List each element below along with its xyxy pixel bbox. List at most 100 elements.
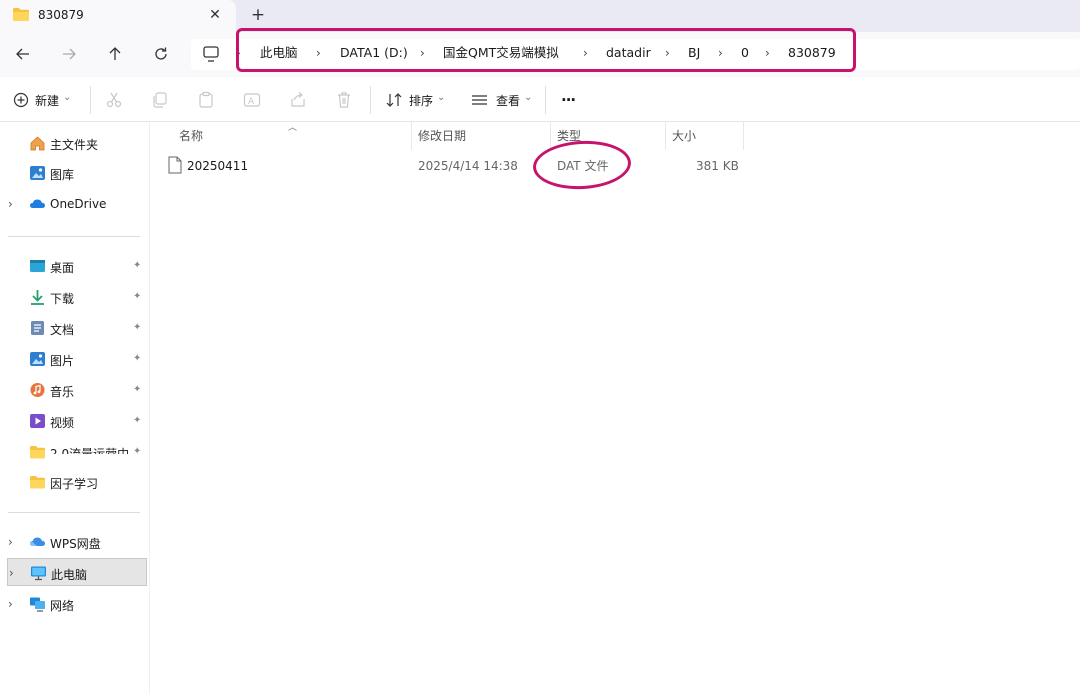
tab-title: 830879: [38, 8, 84, 22]
column-divider[interactable]: [743, 122, 744, 150]
sidebar-item-this-pc[interactable]: › 此电脑: [7, 558, 147, 586]
wps-cloud-icon: [30, 537, 45, 546]
document-icon: [31, 321, 44, 335]
sidebar-item-label: 音乐: [50, 385, 75, 399]
sort-icon: [386, 93, 402, 107]
view-list-icon: [472, 95, 487, 105]
sidebar-item-label: WPS网盘: [50, 537, 101, 551]
cut-icon[interactable]: [105, 91, 123, 109]
video-icon: [30, 414, 45, 428]
forward-button[interactable]: [57, 42, 81, 66]
sidebar-item-pictures[interactable]: 图片 ✦: [0, 345, 148, 373]
refresh-button[interactable]: [149, 42, 173, 66]
column-divider[interactable]: [411, 122, 412, 150]
chevron-right-icon[interactable]: ›: [9, 565, 19, 581]
new-tab-button[interactable]: +: [248, 4, 268, 26]
music-icon: [30, 383, 45, 397]
delete-icon[interactable]: [335, 91, 353, 109]
toolbar-divider: [90, 86, 91, 114]
column-header-name[interactable]: 名称: [179, 128, 203, 144]
toolbar-divider: [545, 86, 546, 114]
sidebar-item-label: 图片: [50, 354, 75, 368]
network-icon: [30, 597, 45, 612]
desktop-icon: [30, 260, 45, 272]
folder-icon: [30, 476, 45, 489]
sidebar-item-desktop[interactable]: 桌面 ✦: [0, 252, 148, 280]
sidebar-item-music[interactable]: 音乐 ✦: [0, 376, 148, 404]
chevron-right-icon[interactable]: ›: [8, 596, 18, 612]
highlight-annotation-rectangle: [236, 28, 856, 72]
home-icon: [30, 136, 45, 151]
sort-button[interactable]: 排序 ⌄: [386, 89, 445, 111]
sidebar-item-downloads[interactable]: 下载 ✦: [0, 283, 148, 311]
chevron-right-icon[interactable]: ›: [8, 534, 18, 550]
pin-icon[interactable]: ✦: [133, 321, 143, 335]
sidebar-item-home[interactable]: 主文件夹: [0, 129, 148, 157]
file-size: 381 KB: [696, 159, 739, 173]
share-icon[interactable]: [289, 91, 307, 109]
view-button[interactable]: 查看 ⌄: [471, 89, 532, 111]
sidebar-item-folder[interactable]: 2.0流量运营中 ✦: [0, 438, 148, 466]
file-list: ︿ 名称 修改日期 类型 大小 20250411 2025/4/14 14:38…: [151, 122, 1080, 694]
sidebar-item-label: 此电脑: [51, 568, 88, 582]
sidebar-item-gallery[interactable]: 图库: [0, 159, 148, 187]
pin-icon[interactable]: ✦: [133, 414, 143, 428]
navigation-pane: 主文件夹 图库 › OneDrive 桌面 ✦ 下载 ✦ 文档 ✦ 图片 ✦ 音…: [0, 122, 150, 694]
sidebar-divider: [8, 512, 140, 513]
more-options-button[interactable]: ···: [561, 89, 576, 111]
column-divider[interactable]: [550, 122, 551, 150]
chevron-down-icon: ⌄: [63, 91, 72, 103]
cloud-icon: [30, 199, 45, 208]
sidebar-divider: [8, 236, 140, 237]
pin-icon[interactable]: ✦: [133, 290, 143, 304]
refresh-icon: [155, 47, 167, 60]
sidebar-item-label: 文档: [50, 323, 75, 337]
sidebar-item-label: 因子学习: [50, 477, 99, 491]
sidebar-item-wps-cloud[interactable]: › WPS网盘: [0, 528, 148, 556]
sidebar-item-videos[interactable]: 视频 ✦: [0, 407, 148, 435]
file-explorer-window: 830879 ✕ + › 此电脑 › DATA1 (D:) › 国金QMT交易端…: [0, 0, 1080, 694]
computer-icon: [31, 566, 46, 581]
sidebar-item-label: 下载: [50, 292, 75, 306]
gallery-icon: [30, 166, 45, 180]
plus-circle-icon: [13, 92, 29, 108]
new-button[interactable]: 新建 ⌄: [13, 89, 71, 111]
sidebar-item-documents[interactable]: 文档 ✦: [0, 314, 148, 342]
view-label: 查看: [496, 93, 521, 108]
sidebar-item-network[interactable]: › 网络: [0, 590, 148, 618]
command-bar: 新建 ⌄ A 排序 ⌄ 查看 ⌄ ···: [0, 77, 1080, 122]
chevron-right-icon[interactable]: ›: [8, 196, 18, 212]
sidebar-item-folder[interactable]: 因子学习: [0, 468, 148, 496]
sidebar-item-label: 2.0流量运营中: [50, 447, 128, 454]
paste-icon[interactable]: [197, 91, 215, 109]
back-button[interactable]: [11, 42, 35, 66]
pin-icon[interactable]: ✦: [133, 383, 143, 397]
pin-icon[interactable]: ✦: [133, 259, 143, 273]
folder-icon: [13, 8, 29, 21]
up-button[interactable]: [103, 42, 127, 66]
file-icon: [168, 156, 182, 174]
file-modified: 2025/4/14 14:38: [418, 159, 518, 173]
folder-icon: [30, 446, 45, 459]
sidebar-item-label: 桌面: [50, 261, 75, 275]
file-row[interactable]: 20250411 2025/4/14 14:38 DAT 文件 381 KB: [161, 152, 753, 178]
column-header-modified[interactable]: 修改日期: [418, 128, 466, 144]
tab-active[interactable]: 830879 ✕: [0, 0, 236, 32]
column-divider[interactable]: [665, 122, 666, 150]
sidebar-item-label: 网络: [50, 599, 75, 613]
chevron-down-icon: ⌄: [437, 91, 446, 103]
sidebar-item-label: 视频: [50, 416, 75, 430]
copy-icon[interactable]: [151, 91, 169, 109]
chevron-down-icon: ⌄: [524, 91, 533, 103]
sidebar-item-onedrive[interactable]: › OneDrive: [0, 190, 148, 218]
pin-icon[interactable]: ✦: [133, 352, 143, 366]
computer-icon: [203, 46, 219, 62]
sort-ascending-icon: ︿: [288, 123, 298, 133]
column-header-size[interactable]: 大小: [672, 128, 696, 144]
sidebar-item-label: OneDrive: [50, 197, 107, 211]
rename-icon[interactable]: A: [243, 91, 261, 109]
pin-icon[interactable]: ✦: [133, 445, 143, 459]
svg-text:A: A: [248, 97, 255, 107]
arrow-right-icon: [63, 48, 76, 60]
close-tab-icon[interactable]: ✕: [207, 5, 223, 25]
